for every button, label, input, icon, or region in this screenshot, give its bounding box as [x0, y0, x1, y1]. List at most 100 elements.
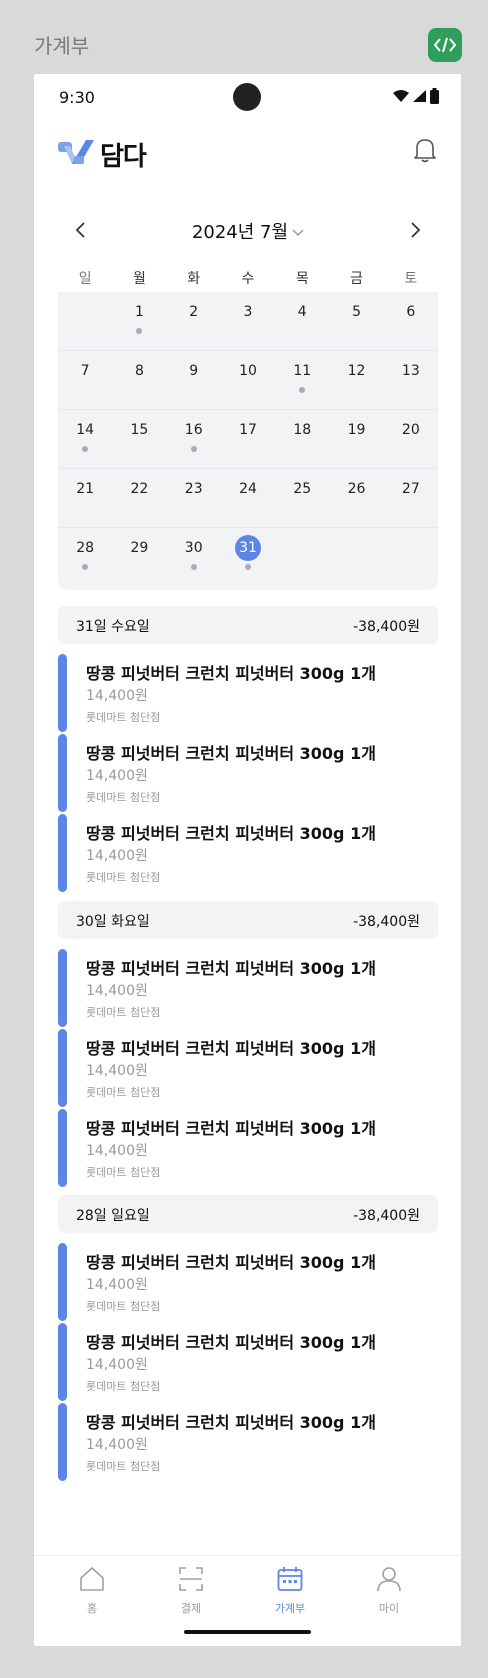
calendar-day-29[interactable]: 29: [112, 528, 166, 587]
calendar-day-1[interactable]: 1: [112, 292, 166, 350]
group-total-amount: -38,400원: [353, 914, 420, 930]
next-month-button[interactable]: [404, 218, 428, 242]
transaction-store: 롯데마트 첨단점: [86, 1380, 161, 1393]
calendar-day-20[interactable]: 20: [384, 410, 438, 468]
status-bar: 9:30: [34, 74, 461, 120]
calendar-day-15[interactable]: 15: [112, 410, 166, 468]
transaction-amount: 14,400원: [86, 688, 148, 704]
chevron-right-icon: [411, 222, 421, 238]
calendar-day-12[interactable]: 12: [329, 351, 383, 409]
code-icon[interactable]: [428, 28, 462, 62]
transaction-store: 롯데마트 첨단점: [86, 1006, 161, 1019]
calendar-day-30[interactable]: 30: [167, 528, 221, 587]
weekday-label: 수: [241, 271, 255, 287]
transaction-item[interactable]: 땅콩 피넛버터 크런치 피넛버터 300g 1개 14,400원 롯데마트 첨단점: [58, 1403, 438, 1481]
signal-icon: [413, 90, 426, 102]
transaction-amount: 14,400원: [86, 1357, 148, 1373]
transaction-item[interactable]: 땅콩 피넛버터 크런치 피넛버터 300g 1개 14,400원 롯데마트 첨단점: [58, 814, 438, 892]
group-date-label: 28일 일요일: [76, 1208, 150, 1224]
transaction-item[interactable]: 땅콩 피넛버터 크런치 피넛버터 300g 1개 14,400원 롯데마트 첨단점: [58, 1243, 438, 1321]
calendar-empty-cell: [384, 528, 438, 587]
calendar-day-number: 11: [293, 363, 312, 379]
calendar-day-8[interactable]: 8: [112, 351, 166, 409]
transaction-dot: [82, 446, 89, 452]
calendar-day-21[interactable]: 21: [58, 469, 112, 527]
calendar-day-number: 29: [130, 540, 149, 556]
transaction-title: 땅콩 피넛버터 크런치 피넛버터 300g 1개: [86, 1413, 376, 1432]
calendar-day-3[interactable]: 3: [221, 292, 275, 350]
calendar-day-5[interactable]: 5: [329, 292, 383, 350]
tab-home[interactable]: 홈: [52, 1566, 132, 1618]
calendar-day-17[interactable]: 17: [221, 410, 275, 468]
calendar-day-10[interactable]: 10: [221, 351, 275, 409]
calendar-day-number: 13: [401, 363, 420, 379]
calendar-week-row: 1 2 3 4 5 6: [58, 292, 438, 351]
calendar-day-19[interactable]: 19: [329, 410, 383, 468]
calendar-day-number: 6: [406, 304, 416, 320]
calendar-day-7[interactable]: 7: [58, 351, 112, 409]
calendar-day-4[interactable]: 4: [275, 292, 329, 350]
calendar-day-number: 27: [401, 481, 420, 497]
calendar-day-31[interactable]: 31: [221, 528, 275, 587]
calendar-day-23[interactable]: 23: [167, 469, 221, 527]
transaction-dot: [82, 564, 89, 570]
camera-cutout: [233, 83, 261, 111]
calendar-empty-cell: [58, 292, 112, 350]
transaction-amount: 14,400원: [86, 1437, 148, 1453]
transaction-amount: 14,400원: [86, 768, 148, 784]
calendar-day-number: 24: [239, 481, 257, 497]
transaction-item[interactable]: 땅콩 피넛버터 크런치 피넛버터 300g 1개 14,400원 롯데마트 첨단점: [58, 1029, 438, 1107]
calendar-day-number: 7: [80, 363, 90, 379]
weekday-label: 화: [187, 271, 201, 287]
transaction-item[interactable]: 땅콩 피넛버터 크런치 피넛버터 300g 1개 14,400원 롯데마트 첨단점: [58, 734, 438, 812]
tab-calendar[interactable]: 가계부: [250, 1566, 330, 1618]
tab-label: 홈: [86, 1602, 98, 1615]
weekday-header: 일월화수목금토: [58, 268, 438, 288]
bell-icon[interactable]: [413, 137, 437, 163]
tab-scan[interactable]: 결제: [151, 1566, 231, 1618]
transaction-item[interactable]: 땅콩 피넛버터 크런치 피넛버터 300g 1개 14,400원 롯데마트 첨단점: [58, 1323, 438, 1401]
calendar-day-16[interactable]: 16: [167, 410, 221, 468]
transaction-store: 롯데마트 첨단점: [86, 1300, 161, 1313]
calendar-day-9[interactable]: 9: [167, 351, 221, 409]
calendar-day-6[interactable]: 6: [384, 292, 438, 350]
calendar-day-18[interactable]: 18: [275, 410, 329, 468]
calendar-day-2[interactable]: 2: [167, 292, 221, 350]
calendar-day-24[interactable]: 24: [221, 469, 275, 527]
category-color-bar: [58, 814, 67, 892]
transaction-item[interactable]: 땅콩 피넛버터 크런치 피넛버터 300g 1개 14,400원 롯데마트 첨단점: [58, 654, 438, 732]
logo-text: 담다: [100, 142, 147, 172]
calendar-day-28[interactable]: 28: [58, 528, 112, 587]
tab-person[interactable]: 마이: [349, 1566, 429, 1618]
calendar-day-number: 20: [401, 422, 420, 438]
wifi-icon: [393, 90, 409, 102]
calendar-day-number: 10: [239, 363, 257, 379]
month-selector[interactable]: 2024년 7월: [58, 218, 438, 244]
calendar-icon: [277, 1567, 303, 1591]
weekday-label: 월: [132, 271, 146, 287]
calendar-day-27[interactable]: 27: [384, 469, 438, 527]
calendar-empty-cell: [329, 528, 383, 587]
group-total-amount: -38,400원: [353, 619, 420, 635]
calendar-day-14[interactable]: 14: [58, 410, 112, 468]
calendar-day-22[interactable]: 22: [112, 469, 166, 527]
category-color-bar: [58, 949, 67, 1027]
calendar-day-number: 1: [134, 304, 144, 320]
calendar-day-13[interactable]: 13: [384, 351, 438, 409]
transaction-item[interactable]: 땅콩 피넛버터 크런치 피넛버터 300g 1개 14,400원 롯데마트 첨단점: [58, 1109, 438, 1187]
transaction-store: 롯데마트 첨단점: [86, 1166, 161, 1179]
status-time: 9:30: [59, 88, 95, 107]
person-icon: [377, 1567, 401, 1592]
calendar-day-26[interactable]: 26: [329, 469, 383, 527]
calendar-day-number: 16: [184, 422, 203, 438]
transaction-item[interactable]: 땅콩 피넛버터 크런치 피넛버터 300g 1개 14,400원 롯데마트 첨단점: [58, 949, 438, 1027]
calendar-day-11[interactable]: 11: [275, 351, 329, 409]
calendar-day-number: 25: [293, 481, 312, 497]
calendar-day-25[interactable]: 25: [275, 469, 329, 527]
calendar-day-number: 23: [184, 481, 203, 497]
weekday-label: 일: [78, 271, 92, 287]
calendar-day-number: 3: [243, 304, 253, 320]
category-color-bar: [58, 654, 67, 732]
calendar-day-number: 19: [347, 422, 366, 438]
transaction-title: 땅콩 피넛버터 크런치 피넛버터 300g 1개: [86, 1119, 376, 1138]
